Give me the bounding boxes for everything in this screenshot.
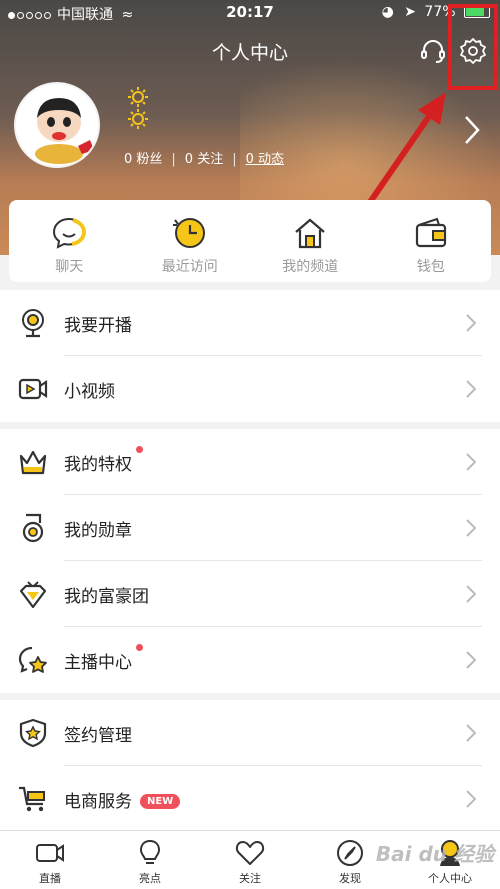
- medal-icon: [22, 513, 44, 543]
- heart-icon: [235, 841, 265, 865]
- menu-item-medals[interactable]: 我的勋章: [0, 495, 500, 561]
- video-icon: [18, 378, 48, 400]
- menu-item-anchor-center[interactable]: 主播中心: [0, 627, 500, 693]
- menu-item-rich-club[interactable]: 我的富豪团: [0, 561, 500, 627]
- diamond-icon: [19, 581, 47, 609]
- chevron-right-icon: [466, 380, 476, 398]
- bulb-icon: [139, 839, 161, 864]
- red-dot-badge: [136, 445, 143, 453]
- chevron-right-icon: [466, 453, 476, 471]
- quick-my-channel[interactable]: 我的频道: [250, 200, 371, 282]
- tab-personal-center[interactable]: 个人中心: [400, 831, 500, 889]
- tab-label: 直播: [39, 872, 61, 885]
- cart-icon: [19, 786, 45, 812]
- tab-label: 个人中心: [428, 872, 472, 885]
- anchor-star-icon: [18, 646, 47, 673]
- quick-wallet[interactable]: 钱包: [371, 200, 492, 282]
- wallet-icon: [415, 217, 446, 248]
- quick-actions-card: 聊天 最近访问 我的频道 钱包: [9, 200, 491, 282]
- menu-item-contract-management[interactable]: 签约管理: [0, 700, 500, 766]
- chat-bubble-icon: [53, 217, 87, 249]
- settings-highlight-box: [448, 4, 498, 90]
- tab-follow[interactable]: 关注: [200, 831, 300, 889]
- menu-item-label: 我的勋章: [64, 520, 132, 541]
- quick-chat[interactable]: 聊天: [9, 200, 130, 282]
- chevron-right-icon: [466, 651, 476, 669]
- chevron-right-icon: [466, 519, 476, 537]
- menu-item-text: 电商服务: [64, 791, 132, 812]
- menu-item-label: 主播中心: [64, 643, 143, 673]
- menu-item-label: 签约管理: [64, 725, 132, 746]
- chevron-right-icon: [466, 314, 476, 332]
- shield-star-icon: [19, 718, 47, 748]
- tab-label: 亮点: [139, 872, 161, 885]
- profile-chevron-right-icon[interactable]: [464, 115, 480, 145]
- quick-wallet-label: 钱包: [416, 259, 445, 275]
- menu-item-label: 小视频: [64, 381, 115, 402]
- location-icon: ➤: [404, 4, 416, 20]
- sun-level-icon: [128, 87, 148, 129]
- chevron-right-icon: [466, 724, 476, 742]
- webcam-icon: [22, 309, 44, 338]
- menu-item-ecommerce-service[interactable]: 电商服务 NEW: [0, 766, 500, 830]
- follows-count[interactable]: 0 关注: [185, 148, 223, 167]
- new-badge: NEW: [140, 794, 181, 809]
- cartoon-avatar-icon: [16, 84, 98, 166]
- menu-item-label: 我的富豪团: [64, 586, 149, 607]
- quick-my-channel-label: 我的频道: [282, 259, 339, 275]
- divider: |: [171, 152, 176, 167]
- divider: |: [232, 152, 237, 167]
- status-bar: 中国联通 ≈ 20:17 ◕ ➤ 77%: [0, 0, 500, 26]
- compass-icon: [337, 840, 363, 866]
- menu-item-text: 主播中心: [64, 652, 132, 673]
- tab-highlights[interactable]: 亮点: [100, 831, 200, 889]
- menu-item-short-video[interactable]: 小视频: [0, 356, 500, 422]
- bottom-tab-bar: 直播 亮点 关注 发现 个人中心: [0, 830, 500, 889]
- posts-count[interactable]: 0 动态: [246, 148, 284, 167]
- tab-label: 关注: [239, 872, 261, 885]
- camera-icon: [36, 844, 64, 862]
- crown-icon: [19, 450, 47, 475]
- chevron-right-icon: [466, 790, 476, 808]
- person-icon: [440, 840, 460, 866]
- profile-stats: 0 粉丝 | 0 关注 | 0 动态: [124, 148, 284, 167]
- list-group-privileges: 我的特权 我的勋章 我的富豪团 主播中心: [0, 429, 500, 693]
- menu-item-start-live[interactable]: 我要开播: [0, 290, 500, 356]
- chevron-right-icon: [466, 585, 476, 603]
- quick-recent-visits-label: 最近访问: [161, 259, 218, 275]
- tab-live[interactable]: 直播: [0, 831, 100, 889]
- menu-item-text: 我的特权: [64, 454, 132, 475]
- menu-item-label: 我的特权: [64, 445, 143, 475]
- personal-center-page: 中国联通 ≈ 20:17 ◕ ➤ 77% 个人中心 0 粉丝 | 0 关注 | …: [0, 0, 500, 889]
- tab-discover[interactable]: 发现: [300, 831, 400, 889]
- quick-recent-visits[interactable]: 最近访问: [130, 200, 251, 282]
- list-group-live: 我要开播 小视频: [0, 290, 500, 422]
- avatar[interactable]: [14, 82, 100, 168]
- menu-item-label: 电商服务 NEW: [64, 787, 181, 812]
- red-dot-badge: [136, 643, 143, 651]
- menu-item-label: 我要开播: [64, 315, 132, 336]
- quick-chat-label: 聊天: [55, 259, 84, 275]
- tab-label: 发现: [339, 872, 361, 885]
- rotation-lock-icon: ◕: [381, 4, 394, 20]
- customer-service-icon[interactable]: [418, 36, 448, 66]
- list-group-business: 签约管理 电商服务 NEW: [0, 700, 500, 830]
- home-icon: [295, 218, 325, 249]
- fans-count[interactable]: 0 粉丝: [124, 148, 162, 167]
- clock-icon: [172, 218, 205, 248]
- menu-item-privileges[interactable]: 我的特权: [0, 429, 500, 495]
